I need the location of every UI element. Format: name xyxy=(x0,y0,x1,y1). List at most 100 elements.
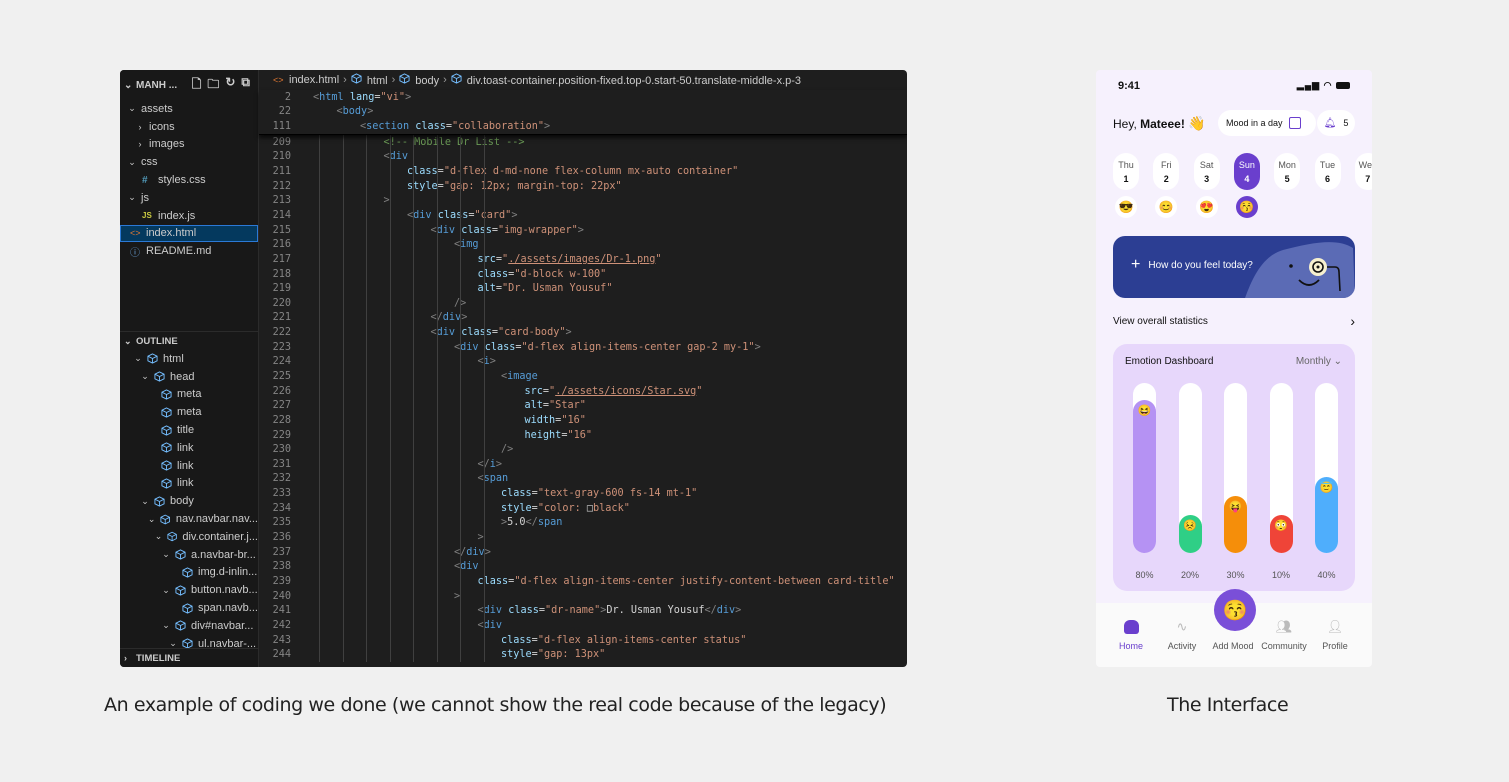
code-token: "vi" xyxy=(380,91,406,103)
file-tree-item[interactable]: ⌄ js xyxy=(120,189,258,207)
outline-label: body xyxy=(170,495,194,508)
outline-item[interactable]: span.navb... xyxy=(120,599,258,617)
outline-item[interactable]: img.d-inlin... xyxy=(120,564,258,582)
symbol-class-icon xyxy=(154,371,165,382)
emotion-bar-fill[interactable]: 😝 xyxy=(1224,496,1247,553)
code-line: 228 width="16" xyxy=(259,413,907,428)
outline-item[interactable]: ⌄ html xyxy=(120,350,258,368)
file-tree-item[interactable]: <> index.html xyxy=(120,224,258,243)
line-number: 235 xyxy=(272,517,291,529)
breadcrumb-item[interactable]: body xyxy=(399,73,439,87)
timeline-header[interactable]: › TIMELINE xyxy=(120,648,258,667)
new-file-icon[interactable]: 🗋 xyxy=(192,75,202,96)
code-token: "collaboration" xyxy=(452,121,545,133)
outline-item[interactable]: ⌄ nav.navbar.nav... xyxy=(120,510,258,528)
outline-item[interactable]: ⌄ head xyxy=(120,368,258,386)
activity-icon: ∿ xyxy=(1176,619,1188,634)
code-token: "card-body" xyxy=(498,327,566,339)
code-area[interactable]: <> index.html › html › body › div.toast-contain… xyxy=(259,70,907,667)
emotion-bar-fill[interactable]: 😣 xyxy=(1178,515,1202,553)
breadcrumb-item[interactable]: html xyxy=(351,73,388,87)
file-tree-item[interactable]: › icons xyxy=(120,118,258,136)
code-token: class xyxy=(501,488,532,500)
explorer-header[interactable]: ⌄ MANH ... 🗋 🗀 ↻ ⧉ xyxy=(120,70,258,100)
outline-item[interactable]: ⌄ div.container.j... xyxy=(120,528,258,546)
emotion-bar-fill[interactable]: 😳 xyxy=(1269,515,1293,553)
line-number: 220 xyxy=(272,297,291,309)
outline-header[interactable]: ⌄ OUTLINE xyxy=(120,331,258,350)
outline-item[interactable]: ⌄ body xyxy=(120,492,258,510)
new-folder-icon[interactable]: 🗀 xyxy=(207,75,219,96)
code-token: div xyxy=(436,224,456,236)
range-dropdown[interactable]: Monthly ⌄ xyxy=(1296,356,1342,367)
day-chip[interactable]: Thu 1 xyxy=(1113,153,1139,190)
code-token[interactable]: ./assets/icons/Star.svg xyxy=(555,386,696,397)
outline-item[interactable]: link xyxy=(120,439,258,457)
chevron-down-icon[interactable]: ⌄ xyxy=(124,80,136,91)
how-do-you-feel-banner[interactable]: + How do you feel today? xyxy=(1113,236,1355,298)
outline-item[interactable]: link xyxy=(120,457,258,475)
emotion-bar-fill[interactable]: 😇 xyxy=(1315,477,1338,553)
symbol-class-icon xyxy=(175,585,186,596)
day-name: Thu xyxy=(1118,159,1134,170)
line-number: 223 xyxy=(272,341,291,353)
code-token: class xyxy=(437,209,469,221)
collapse-all-icon[interactable]: ⧉ xyxy=(241,75,250,96)
chevron-down-icon: ⌄ xyxy=(1333,356,1342,367)
outline-item[interactable]: ⌄ a.navbar-br... xyxy=(120,546,258,564)
outline-item[interactable]: meta xyxy=(120,403,258,421)
line-number: 233 xyxy=(272,488,291,500)
outline-item[interactable]: ⌄ button.navb... xyxy=(120,581,258,599)
tab-community[interactable]: 👥︎ Community xyxy=(1259,619,1309,651)
code-token: "card" xyxy=(474,209,512,221)
symbol-class-icon xyxy=(182,567,193,578)
outline-item[interactable]: link xyxy=(120,475,258,493)
file-tree-item[interactable]: ⌄ assets xyxy=(120,100,258,118)
day-chip[interactable]: Mon 5 xyxy=(1274,153,1301,190)
breadcrumb-item[interactable]: <> index.html xyxy=(273,74,339,86)
chevron-down-icon: ⌄ xyxy=(128,192,136,203)
notifications-button[interactable]: 🔔︎ 5 xyxy=(1317,110,1355,136)
code-token: "d-flex align-items-center status" xyxy=(537,634,747,646)
add-mood-fab[interactable]: 😚 xyxy=(1214,589,1256,631)
file-tree-item[interactable]: JS index.js xyxy=(120,207,258,225)
day-chip[interactable]: Tue 6 xyxy=(1314,153,1341,190)
day-chip[interactable]: Wed 7 xyxy=(1354,153,1372,190)
breadcrumb: <> index.html › html › body › div.toast-contain… xyxy=(259,70,907,90)
file-tree-item[interactable]: › images xyxy=(120,136,258,154)
breadcrumb-item[interactable]: div.toast-container.position-fixed.top-0… xyxy=(451,73,801,87)
file-tree-item[interactable]: ⓘ README.md xyxy=(120,242,258,260)
day-chip[interactable]: Sat 3 xyxy=(1193,153,1220,190)
mood-in-a-day-button[interactable]: Mood in a day xyxy=(1218,110,1316,136)
emotion-bar-fill[interactable]: 😆 xyxy=(1133,400,1156,553)
breadcrumb-label: div.toast-container.position-fixed.top-0… xyxy=(466,75,802,87)
view-statistics-link[interactable]: View overall statistics › xyxy=(1113,314,1355,328)
code-token: > xyxy=(461,312,468,324)
code-token: span xyxy=(537,517,563,529)
day-name: Wed xyxy=(1358,159,1372,170)
code-editor-window: ⌄ MANH ... 🗋 🗀 ↻ ⧉ ⌄ assets › icons › images ⌄… xyxy=(120,70,907,667)
breadcrumb-label: html xyxy=(366,75,388,87)
code-line: 224 <i> xyxy=(259,355,907,370)
emotion-emoji-icon: 😇 xyxy=(1319,482,1334,494)
file-tree-item[interactable]: # styles.css xyxy=(120,171,258,189)
tab-profile[interactable]: 👤︎ Profile xyxy=(1310,619,1360,651)
file-tree-item[interactable]: ⌄ css xyxy=(120,153,258,171)
day-chip[interactable]: Sun 4 xyxy=(1233,153,1260,190)
outline-item[interactable]: title xyxy=(120,421,258,439)
tab-activity[interactable]: ∿ Activity xyxy=(1157,619,1207,651)
refresh-icon[interactable]: ↻ xyxy=(225,75,235,96)
sticky-scroll: 2 <html lang="vi"> 22 <body> 111 <section cla… xyxy=(259,90,907,135)
code-token[interactable]: ./assets/images/Dr-1.png xyxy=(508,254,655,265)
day-chip[interactable]: Fri 2 xyxy=(1153,153,1180,190)
line-number: 241 xyxy=(272,605,291,617)
tab-label: Profile xyxy=(1322,641,1348,651)
tab-home[interactable]: Home xyxy=(1106,619,1156,651)
emotion-bar-track: 😳 xyxy=(1269,383,1293,553)
plus-icon: + xyxy=(1131,256,1141,273)
outline-item[interactable]: ⌄ div#navbar... xyxy=(120,617,258,635)
line-number: 232 xyxy=(272,473,291,485)
outline-item[interactable]: meta xyxy=(120,386,258,404)
code-lines[interactable]: 209 <!-- Mobile Dr List --> 210 <div 211 clas… xyxy=(259,134,907,662)
signal-icon: ▂▄▆ xyxy=(1296,80,1321,90)
